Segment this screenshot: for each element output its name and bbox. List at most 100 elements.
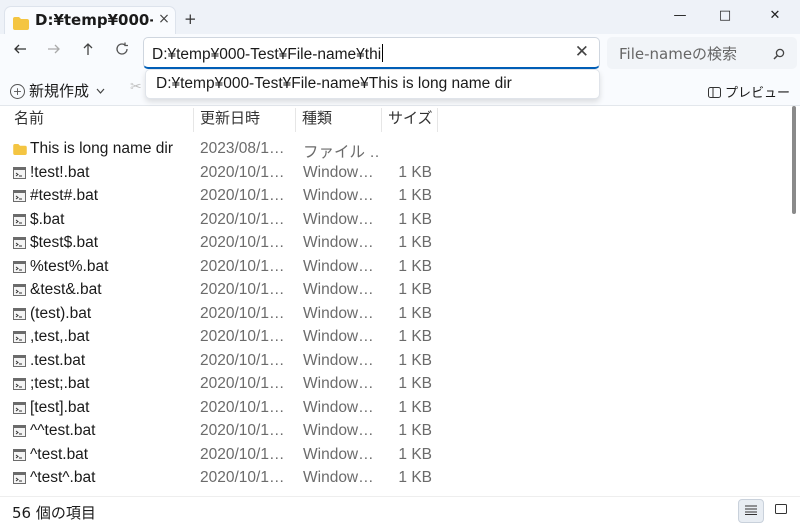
file-row[interactable]: .test.bat 2020/10/1… Window… 1 KB (0, 350, 790, 374)
file-type: Window… (303, 234, 374, 251)
file-row[interactable]: !test!.bat 2020/10/1… Window… 1 KB (0, 162, 790, 186)
file-name: &test&.bat (30, 281, 102, 298)
file-size: 1 KB (398, 375, 432, 392)
address-bar[interactable]: D:¥temp¥000-Test¥File-name¥thi ✕ (143, 37, 600, 69)
file-row[interactable]: &test&.bat 2020/10/1… Window… 1 KB (0, 279, 790, 303)
item-count: 56 個の項目 (12, 504, 96, 522)
batch-file-icon (13, 166, 26, 184)
minimize-button[interactable]: — (657, 4, 703, 28)
forward-arrow-icon[interactable] (44, 42, 64, 62)
search-placeholder: File-nameの検索 (619, 45, 738, 63)
search-box[interactable]: File-nameの検索 (607, 37, 797, 69)
file-row[interactable]: ^^test.bat 2020/10/1… Window… 1 KB (0, 420, 790, 444)
batch-file-icon (13, 330, 26, 348)
column-type[interactable]: 種類 (296, 108, 382, 132)
address-suggestion[interactable]: D:¥temp¥000-Test¥File-name¥This is long … (145, 69, 600, 99)
file-row[interactable]: %test%.bat 2020/10/1… Window… 1 KB (0, 256, 790, 280)
clear-address-icon[interactable]: ✕ (575, 42, 589, 62)
file-type: Window… (303, 398, 374, 416)
tab-current[interactable]: D:¥temp¥000-Test¥File-name¥ × (4, 6, 176, 34)
column-name[interactable]: 名前 (8, 108, 194, 132)
file-name: $test$.bat (30, 234, 99, 251)
file-type: Window… (303, 351, 374, 369)
details-view-button[interactable] (738, 499, 764, 523)
column-header: 名前 更新日時 種類 サイズ (0, 106, 790, 132)
batch-file-icon (13, 471, 26, 489)
file-size: 1 KB (398, 257, 432, 275)
address-input[interactable]: D:¥temp¥000-Test¥File-name¥thi (152, 44, 384, 64)
file-name: (test).bat (30, 304, 92, 322)
file-row[interactable]: ;test;.bat 2020/10/1… Window… 1 KB (0, 373, 790, 397)
file-date: 2020/10/1… (200, 257, 285, 275)
maximize-button[interactable]: □ (702, 4, 748, 28)
file-date: 2020/10/1… (200, 234, 285, 251)
file-list: This is long name dir 2023/08/1… ファイル … !te… (0, 138, 790, 496)
file-name: [test].bat (30, 398, 90, 416)
file-size: 1 KB (398, 210, 432, 228)
file-size: 1 KB (398, 351, 432, 369)
file-type: ファイル … (303, 144, 378, 161)
file-name: ,test,.bat (30, 328, 90, 345)
file-name: ^^test.bat (30, 422, 96, 439)
new-button[interactable]: + 新規作成 (10, 80, 105, 101)
file-row[interactable]: [test].bat 2020/10/1… Window… 1 KB (0, 397, 790, 421)
file-size: 1 KB (398, 398, 432, 416)
close-window-button[interactable]: ✕ (752, 4, 798, 28)
batch-file-icon (13, 283, 26, 301)
file-date: 2023/08/1… (200, 140, 285, 157)
file-row[interactable]: (test).bat 2020/10/1… Window… 1 KB (0, 303, 790, 327)
file-size: 1 KB (398, 281, 432, 298)
file-size: 1 KB (398, 234, 432, 251)
file-name: !test!.bat (30, 163, 90, 181)
file-date: 2020/10/1… (200, 398, 285, 416)
file-name: #test#.bat (30, 187, 99, 204)
file-row[interactable]: ,test,.bat 2020/10/1… Window… 1 KB (0, 326, 790, 350)
new-tab-button[interactable]: + (184, 10, 197, 28)
file-type: Window… (303, 187, 374, 204)
file-type: Window… (303, 281, 374, 298)
file-type: Window… (303, 445, 374, 463)
title-bar: D:¥temp¥000-Test¥File-name¥ × + — □ ✕ (0, 0, 800, 34)
file-date: 2020/10/1… (200, 445, 285, 463)
batch-file-icon (13, 424, 26, 442)
preview-button[interactable]: プレビュー (708, 82, 790, 101)
file-row[interactable]: ^test.bat 2020/10/1… Window… 1 KB (0, 444, 790, 468)
file-type: Window… (303, 328, 374, 345)
up-arrow-icon[interactable] (78, 42, 98, 62)
file-row[interactable]: #test#.bat 2020/10/1… Window… 1 KB (0, 185, 790, 209)
column-size[interactable]: サイズ (382, 108, 438, 132)
refresh-icon[interactable] (112, 42, 132, 62)
file-name: This is long name dir (30, 140, 174, 157)
batch-file-icon (13, 307, 26, 325)
list-view-icon (745, 505, 757, 515)
batch-file-icon (13, 213, 26, 231)
batch-file-icon (13, 448, 26, 466)
file-date: 2020/10/1… (200, 163, 285, 181)
preview-label: プレビュー (725, 86, 791, 101)
search-icon[interactable] (773, 45, 785, 64)
file-date: 2020/10/1… (200, 210, 285, 228)
batch-file-icon (13, 260, 26, 278)
cut-icon[interactable]: ✂ (130, 79, 142, 95)
batch-file-icon (13, 401, 26, 419)
file-date: 2020/10/1… (200, 351, 285, 369)
tab-close-icon[interactable]: × (155, 10, 173, 28)
vertical-scrollbar[interactable] (792, 106, 796, 214)
file-type: Window… (303, 163, 374, 181)
file-date: 2020/10/1… (200, 187, 285, 204)
tiles-view-button[interactable] (768, 499, 794, 523)
file-type: Window… (303, 304, 374, 322)
file-size: 1 KB (398, 422, 432, 439)
file-row[interactable]: $.bat 2020/10/1… Window… 1 KB (0, 209, 790, 233)
file-size: 1 KB (398, 163, 432, 181)
file-date: 2020/10/1… (200, 281, 285, 298)
file-row[interactable]: ^test^.bat 2020/10/1… Window… 1 KB (0, 467, 790, 491)
folder-row[interactable]: This is long name dir 2023/08/1… ファイル … (0, 138, 790, 162)
file-date: 2020/10/1… (200, 422, 285, 439)
column-date[interactable]: 更新日時 (194, 108, 296, 132)
file-type: Window… (303, 210, 374, 228)
file-row[interactable]: $test$.bat 2020/10/1… Window… 1 KB (0, 232, 790, 256)
file-size: 1 KB (398, 187, 432, 204)
file-date: 2020/10/1… (200, 469, 285, 486)
back-arrow-icon[interactable] (10, 42, 30, 62)
